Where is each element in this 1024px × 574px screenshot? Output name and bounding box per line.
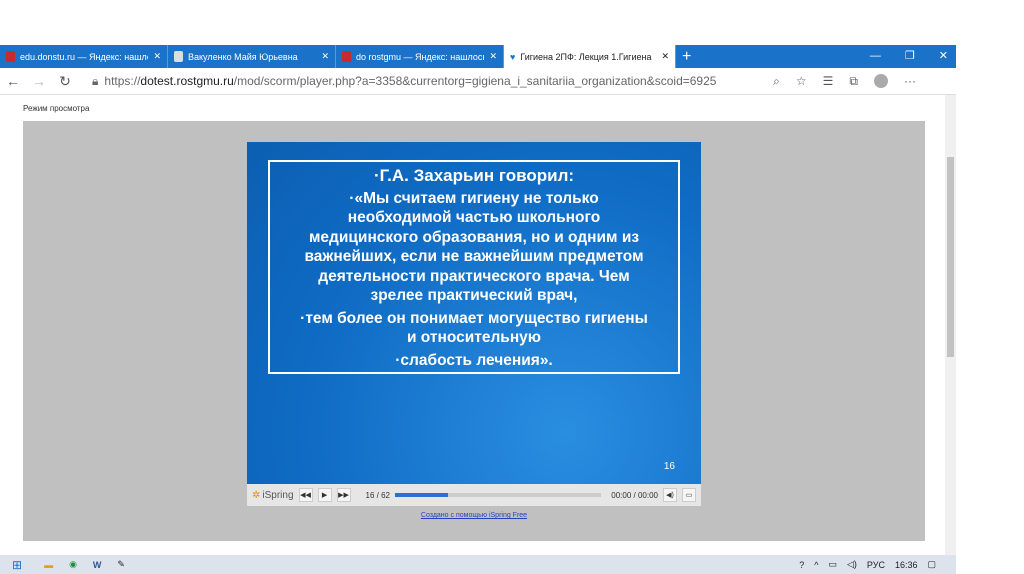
app-icon[interactable]: ✎: [117, 559, 125, 570]
back-button[interactable]: ←: [0, 73, 26, 89]
help-icon[interactable]: ?: [799, 560, 804, 570]
url-field[interactable]: 🔒︎ https://dotest.rostgmu.ru/mod/scorm/pl…: [92, 74, 716, 89]
quote-box: ·Г.А. Захарьин говорил: ·«Мы считаем гиг…: [268, 160, 680, 374]
progress-bar[interactable]: [395, 493, 601, 497]
close-window-button[interactable]: ✕: [939, 45, 948, 68]
tab-title: do rostgmu — Яндекс: нашлось: [356, 51, 485, 62]
fullscreen-button[interactable]: ▭: [682, 488, 696, 502]
tab-2[interactable]: Вакуленко Майя Юрьевна ✕: [168, 45, 336, 68]
favicon-icon: [174, 51, 183, 62]
time-display: 00:00 / 00:00: [611, 490, 658, 500]
player-controls: ✲ iSpring ◀◀ ▶ ▶▶ 16 / 62 00:00 / 00:00 ◀…: [247, 484, 701, 506]
collections-icon[interactable]: ⧉: [849, 74, 858, 89]
reload-button[interactable]: ↻: [52, 73, 78, 90]
quote-line: медицинского образования, но и одним из: [308, 228, 640, 246]
slide: ·Г.А. Захарьин говорил: ·«Мы считаем гиг…: [247, 142, 701, 484]
progress-fill: [395, 493, 449, 497]
tab-title: edu.donstu.ru — Яндекс: нашло: [20, 51, 149, 62]
moodle-favicon-icon: ♥: [510, 51, 516, 62]
taskbar: ⊞ ▬ ◉ W ✎ ? ^ ▭ ◁) РУС 16:36 ▢: [0, 555, 956, 574]
address-bar-row: ← → ↻ 🔒︎ https://dotest.rostgmu.ru/mod/sc…: [0, 68, 956, 95]
tab-title: Вакуленко Майя Юрьевна: [188, 51, 298, 62]
forward-button[interactable]: →: [26, 73, 52, 89]
lock-icon: 🔒︎: [92, 73, 99, 88]
scrollbar-thumb[interactable]: [947, 157, 954, 357]
quote-line: зрелее практический врач,: [370, 287, 578, 304]
view-mode-label: Режим просмотра: [23, 104, 90, 113]
tab-4-active[interactable]: ♥ Гигиена 2ПФ: Лекция 1.Гигиена ✕: [504, 45, 676, 68]
favicon-icon: [6, 51, 15, 62]
word-icon[interactable]: W: [93, 560, 102, 570]
ispring-credit-link[interactable]: Создано с помощью iSpring Free: [23, 512, 925, 519]
slide-number: 16: [663, 461, 675, 472]
url-domain: dotest.rostgmu.ru: [140, 74, 234, 88]
new-tab-button[interactable]: +: [682, 48, 691, 66]
tab-bar: edu.donstu.ru — Яндекс: нашло ✕ Вакуленко…: [0, 45, 956, 68]
favorite-icon[interactable]: ☆: [796, 74, 807, 89]
quote-line: важнейших, если не важнейшим предметом: [304, 248, 644, 265]
language-indicator[interactable]: РУС: [867, 560, 885, 570]
volume-icon[interactable]: ◁): [847, 559, 857, 570]
notifications-icon[interactable]: ▢: [927, 559, 936, 570]
zoom-icon[interactable]: ⌕: [773, 74, 780, 89]
vertical-scrollbar[interactable]: [945, 95, 956, 555]
minimize-button[interactable]: —: [870, 45, 881, 68]
maximize-button[interactable]: ❐: [905, 45, 915, 68]
tab-1[interactable]: edu.donstu.ru — Яндекс: нашло ✕: [0, 45, 168, 68]
quote-line: ·слабость лечения».: [395, 351, 553, 369]
url-path: /mod/scorm/player.php?a=3358&currentorg=…: [233, 74, 717, 88]
profile-avatar[interactable]: [874, 73, 888, 88]
close-tab-icon[interactable]: ✕: [489, 51, 497, 62]
quote-line: деятельности практического врача. Чем: [318, 267, 630, 285]
menu-icon[interactable]: ···: [904, 74, 916, 89]
browser-window: edu.donstu.ru — Яндекс: нашло ✕ Вакуленко…: [0, 45, 956, 574]
clock[interactable]: 16:36: [895, 560, 918, 570]
ispring-logo: ✲ iSpring: [252, 489, 294, 501]
start-icon[interactable]: ⊞: [12, 558, 22, 572]
previous-slide-button[interactable]: ◀◀: [298, 488, 313, 502]
play-button[interactable]: ▶: [317, 488, 332, 502]
chevron-up-icon[interactable]: ^: [814, 560, 818, 570]
quote-line: и относительную: [406, 329, 542, 346]
volume-button[interactable]: ◀): [663, 488, 677, 502]
next-slide-button[interactable]: ▶▶: [336, 488, 351, 502]
close-tab-icon[interactable]: ✕: [321, 51, 329, 62]
tab-title: Гигиена 2ПФ: Лекция 1.Гигиена: [520, 51, 652, 62]
slide-counter: 16 / 62: [365, 490, 390, 500]
close-tab-icon[interactable]: ✕: [153, 51, 161, 62]
tab-3[interactable]: do rostgmu — Яндекс: нашлось ✕: [336, 45, 504, 68]
quote-heading: ·Г.А. Захарьин говорил:: [373, 166, 575, 185]
quote-line: ·«Мы считаем гигиену не только: [349, 189, 599, 207]
favicon-icon: [342, 51, 351, 62]
quote-line: ·тем более он понимает могущество гигиен…: [300, 309, 648, 327]
quote-line: необходимой частью школьного: [347, 209, 601, 226]
explorer-icon[interactable]: ▬: [44, 560, 53, 570]
logo-text: iSpring: [262, 489, 294, 501]
favorites-icon[interactable]: ☰: [823, 74, 834, 89]
scorm-player-area: ·Г.А. Захарьин говорил: ·«Мы считаем гиг…: [23, 121, 925, 541]
network-icon[interactable]: ▭: [828, 559, 837, 570]
url-prefix: https://: [104, 74, 141, 88]
edge-icon[interactable]: ◉: [69, 559, 77, 570]
close-tab-icon[interactable]: ✕: [661, 51, 669, 62]
